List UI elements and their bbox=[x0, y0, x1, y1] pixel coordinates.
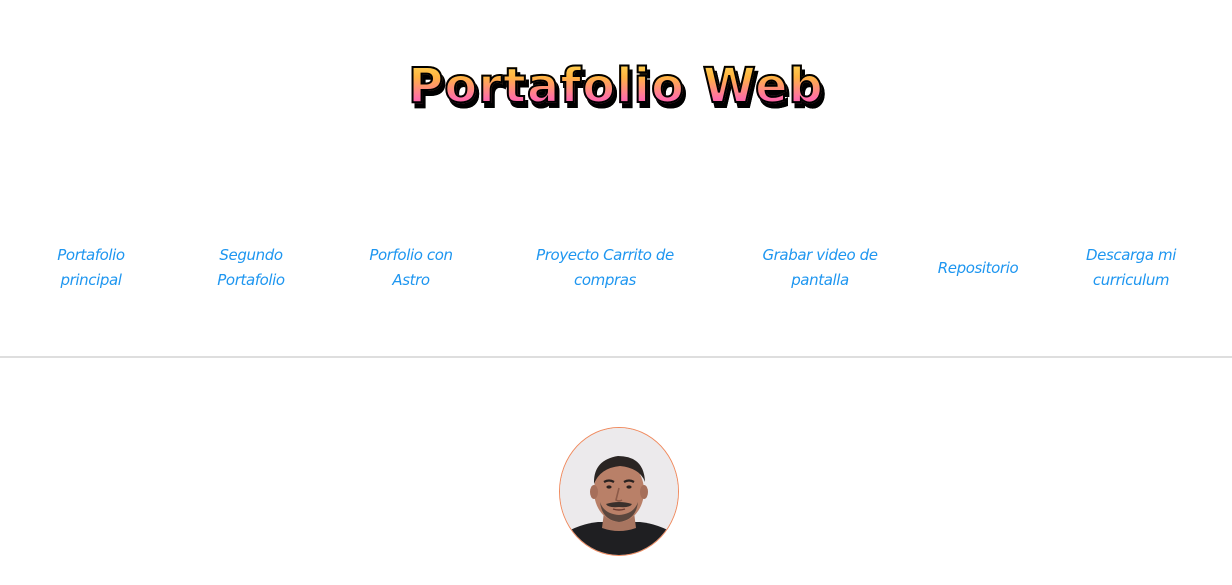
site-title: Portafolio Web bbox=[0, 56, 1232, 116]
nav-link-porfolio-astro[interactable]: Porfolio con Astro bbox=[362, 242, 460, 294]
avatar bbox=[559, 427, 679, 556]
profile-photo-icon bbox=[560, 428, 678, 555]
nav-link-segundo-portafolio[interactable]: Segundo Portafolio bbox=[207, 242, 295, 294]
nav-link-repositorio[interactable]: Repositorio bbox=[932, 242, 1024, 294]
site-title-text: Portafolio Web bbox=[407, 57, 824, 115]
nav-link-descarga-curriculum[interactable]: Descarga mi curriculum bbox=[1078, 242, 1184, 294]
nav-link-grabar-video[interactable]: Grabar video de pantalla bbox=[756, 242, 884, 294]
header-divider bbox=[0, 356, 1232, 358]
nav-link-portafolio-principal[interactable]: Portafolio principal bbox=[52, 242, 130, 294]
site-header: Portafolio Web Portafolio principal Segu… bbox=[0, 0, 1232, 357]
nav-link-carrito-compras[interactable]: Proyecto Carrito de compras bbox=[530, 242, 680, 294]
main-nav: Portafolio principal Segundo Portafolio … bbox=[0, 242, 1232, 294]
